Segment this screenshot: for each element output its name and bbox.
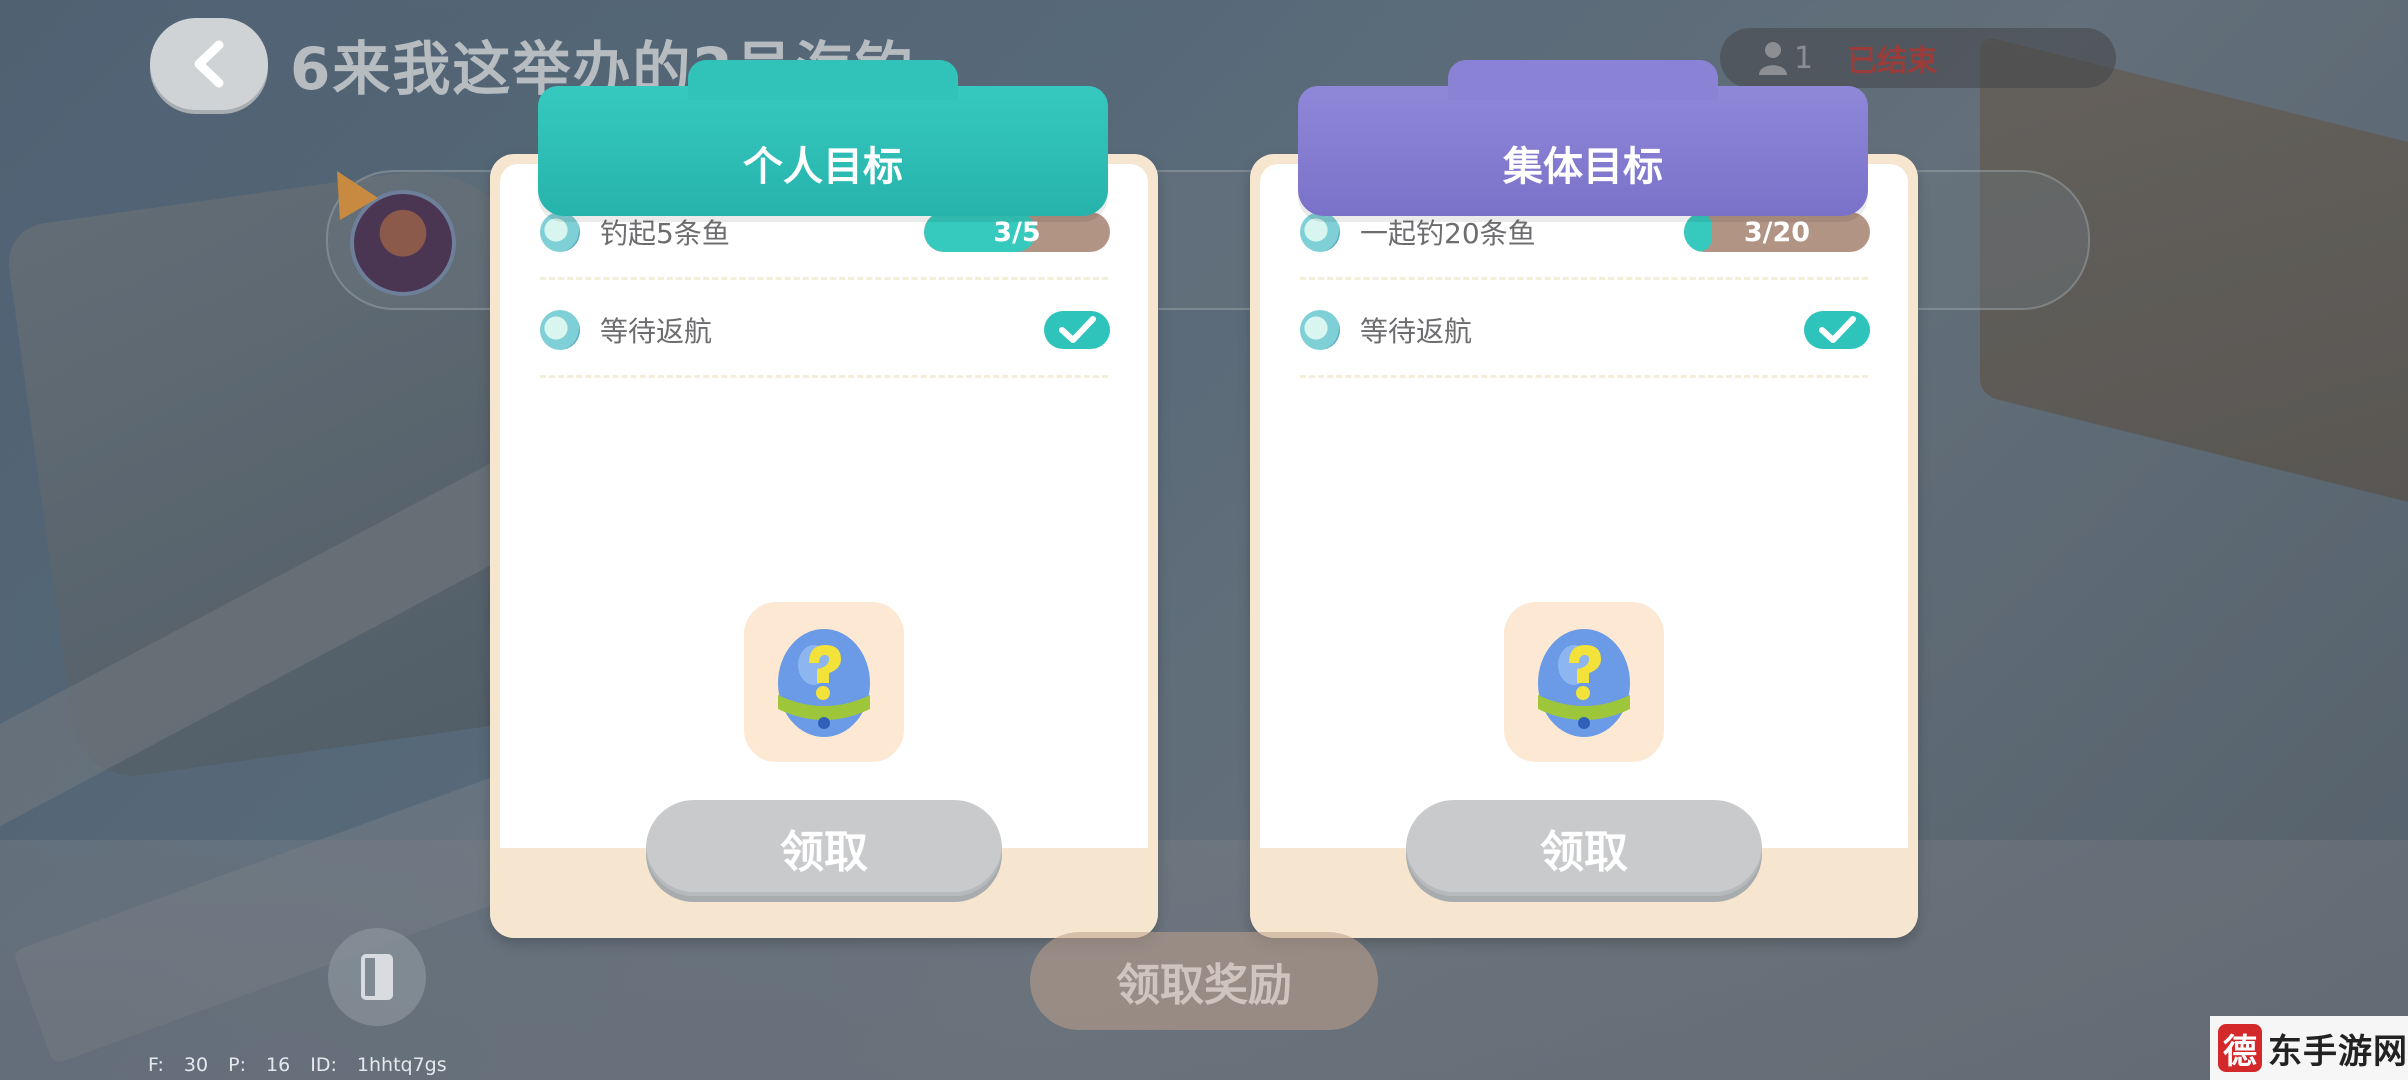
- avatar[interactable]: [350, 190, 456, 296]
- check-icon: [1059, 316, 1096, 343]
- panel-body: 钓起5条鱼 3/5 等待返航: [500, 164, 1148, 848]
- panel-title: 集体目标: [1503, 144, 1663, 190]
- modal-overlay: [0, 0, 2408, 1080]
- room-status: 已结束: [1847, 44, 1938, 79]
- door-exit-icon: [361, 954, 393, 1000]
- mystery-egg-icon: [1538, 629, 1630, 737]
- claim-button[interactable]: 领取: [1406, 800, 1762, 896]
- claim-rewards-button[interactable]: 领取奖励: [1030, 932, 1378, 1030]
- progress-bar: 3/20: [1684, 212, 1870, 252]
- group-goal-panel: 一起钓20条鱼 3/20 等待返航 领取: [1250, 154, 1918, 938]
- exit-button[interactable]: [328, 928, 426, 1026]
- progress-text: 3/20: [1743, 216, 1811, 248]
- back-button[interactable]: [150, 18, 268, 110]
- chevron-left-icon: [194, 40, 224, 88]
- progress-text: 3/5: [993, 216, 1041, 248]
- task-label: 钓起5条鱼: [600, 217, 730, 250]
- task-row: 等待返航: [1260, 282, 1908, 378]
- person-icon: [1759, 42, 1787, 75]
- task-label: 等待返航: [1360, 315, 1473, 348]
- player-count: 1: [1794, 40, 1814, 76]
- personal-goal-header: 个人目标: [538, 60, 1108, 216]
- group-goal-header: 集体目标: [1298, 60, 1868, 216]
- watermark-text: 东手游网: [2268, 1031, 2408, 1072]
- divider: [1300, 277, 1868, 280]
- claim-button[interactable]: 领取: [646, 800, 1002, 896]
- divider: [540, 375, 1108, 378]
- reward-box[interactable]: [1504, 602, 1664, 762]
- check-icon: [1819, 316, 1856, 343]
- watermark-logo: 德: [2218, 1024, 2262, 1072]
- mystery-egg-icon: [778, 629, 870, 737]
- task-label: 等待返航: [600, 315, 713, 348]
- debug-info: F: 30 P: 16 ID: 1hhtq7gs: [148, 1054, 447, 1076]
- globe-fish-icon: [540, 310, 580, 350]
- reward-box[interactable]: [744, 602, 904, 762]
- room-status-bar: 1 已结束: [1720, 28, 2116, 88]
- divider: [540, 277, 1108, 280]
- completed-check-badge: [1044, 311, 1110, 349]
- header-tab: [1448, 60, 1718, 100]
- task-row: 等待返航: [500, 282, 1148, 378]
- personal-goal-panel: 钓起5条鱼 3/5 等待返航 领取: [490, 154, 1158, 938]
- site-watermark: 德 东手游网: [2210, 1016, 2408, 1080]
- fish-icon: [540, 212, 580, 252]
- fish-icon: [1300, 212, 1340, 252]
- task-label: 一起钓20条鱼: [1360, 217, 1536, 250]
- panel-body: 一起钓20条鱼 3/20 等待返航: [1260, 164, 1908, 848]
- divider: [1300, 375, 1868, 378]
- panel-title: 个人目标: [743, 144, 903, 190]
- completed-check-badge: [1804, 311, 1870, 349]
- globe-fish-icon: [1300, 310, 1340, 350]
- progress-bar: 3/5: [924, 212, 1110, 252]
- header-tab: [688, 60, 958, 100]
